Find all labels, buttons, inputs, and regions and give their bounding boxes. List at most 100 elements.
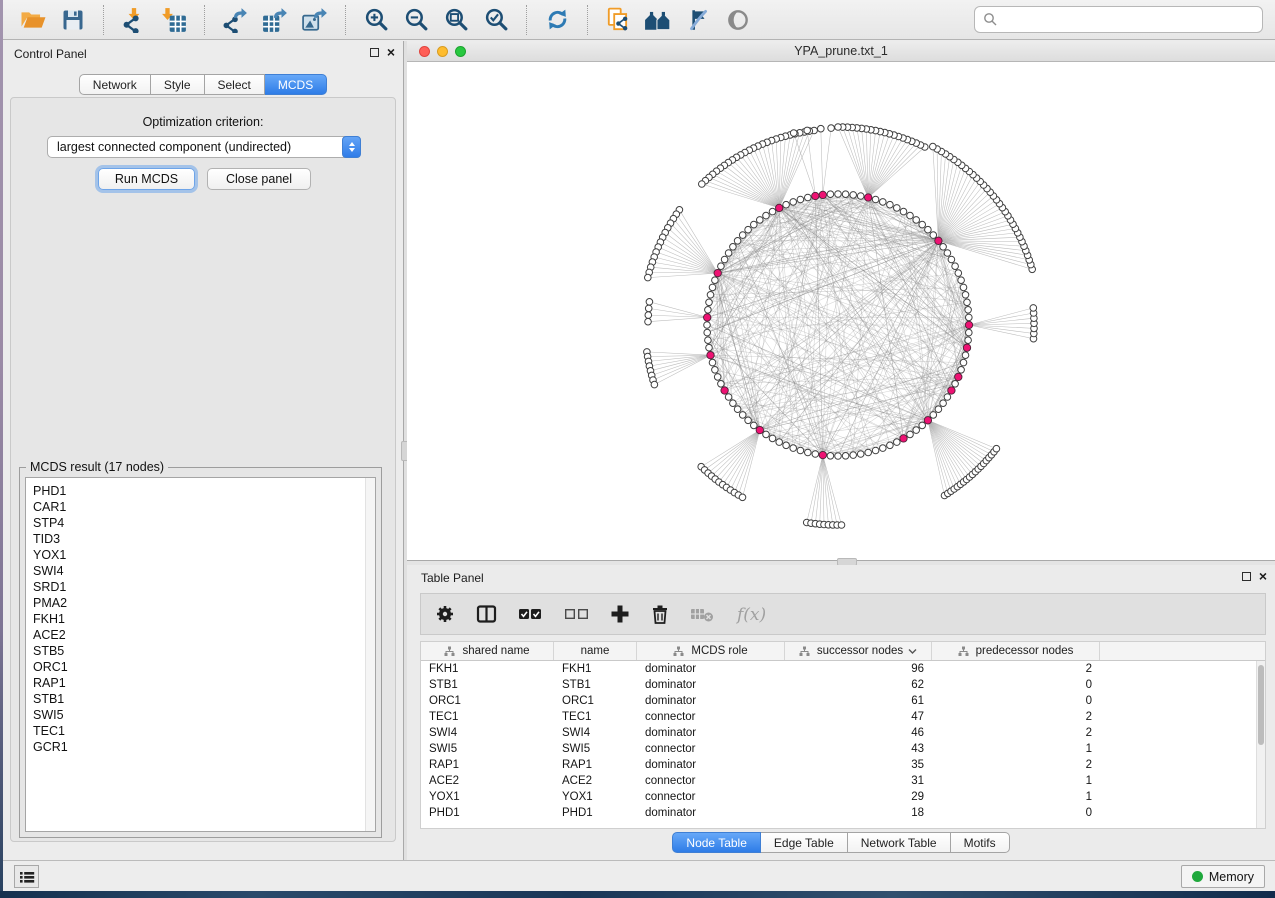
table-scrollbar[interactable] [1256,661,1265,828]
table-row[interactable]: YOX1YOX1connector291 [421,789,1265,805]
result-node[interactable]: STB1 [33,691,375,707]
table-tab-motifs[interactable]: Motifs [951,832,1010,853]
result-node[interactable]: PMA2 [33,595,375,611]
search-input[interactable] [998,13,1254,27]
style-toggle-button[interactable] [678,3,718,37]
table-row[interactable]: SWI5SWI5connector431 [421,741,1265,757]
result-node[interactable]: SWI5 [33,707,375,723]
result-node[interactable]: PHD1 [33,483,375,499]
result-node[interactable]: SRD1 [33,579,375,595]
table-body: FKH1FKH1dominator962STB1STB1dominator620… [421,661,1265,821]
save-session-button[interactable] [53,3,93,37]
column-header-successor-nodes[interactable]: successor nodes [785,642,932,660]
table-row[interactable]: TEC1TEC1connector472 [421,709,1265,725]
network-canvas[interactable] [407,62,1275,560]
zoom-fit-button[interactable] [436,3,476,37]
result-node[interactable]: SWI4 [33,563,375,579]
result-node[interactable]: YOX1 [33,547,375,563]
table-tab-network-table[interactable]: Network Table [848,832,951,853]
column-header-MCDS-role[interactable]: MCDS role [637,642,785,660]
function-builder-button[interactable]: f(x) [735,603,769,625]
close-panel-button[interactable]: Close panel [207,168,311,190]
table-cell: ORC1 [554,693,637,709]
float-panel-icon[interactable] [370,48,379,57]
import-network-button[interactable] [114,3,154,37]
tab-network[interactable]: Network [79,74,151,95]
select-all-button[interactable] [518,605,543,623]
open-file-button[interactable] [13,3,53,37]
tab-mcds[interactable]: MCDS [265,74,327,95]
sort-desc-icon [908,648,917,655]
table-cell: PHD1 [421,805,554,821]
table-row[interactable]: PHD1PHD1dominator180 [421,805,1265,821]
criterion-dropdown[interactable]: largest connected component (undirected) [47,136,361,158]
deselect-all-button[interactable] [564,605,589,623]
layout-home-icon [644,8,672,32]
delete-column-button[interactable] [690,605,714,623]
result-list-scrollbar[interactable] [365,478,375,831]
toggle-columns-button[interactable] [476,604,497,624]
import-table-button[interactable] [154,3,194,37]
mcds-result-list[interactable]: PHD1CAR1STP4TID3YOX1SWI4SRD1PMA2FKH1ACE2… [25,477,376,832]
search-box[interactable] [974,6,1263,33]
table-row[interactable]: FKH1FKH1dominator962 [421,661,1265,677]
style-toggle-icon [685,7,711,33]
export-network-button[interactable] [215,3,255,37]
settings-button[interactable] [435,604,455,624]
column-header-name[interactable]: name [554,642,637,660]
table-row[interactable]: SWI4SWI4dominator462 [421,725,1265,741]
hide-preview-button[interactable] [718,3,758,37]
delete-rows-button[interactable] [651,604,669,624]
table-tab-node-table[interactable]: Node Table [672,832,761,853]
zoom-selected-button[interactable] [476,3,516,37]
table-cell: connector [637,741,785,757]
table-cell: 1 [932,741,1100,757]
network-graph[interactable] [407,62,1275,561]
column-header-shared-name[interactable]: shared name [421,642,554,660]
run-mcds-button[interactable]: Run MCDS [98,168,195,190]
result-node[interactable]: RAP1 [33,675,375,691]
result-node[interactable]: TID3 [33,531,375,547]
close-panel-icon[interactable]: × [387,47,395,57]
add-row-button[interactable] [610,604,630,624]
table-row[interactable]: RAP1RAP1dominator352 [421,757,1265,773]
column-header-predecessor-nodes[interactable]: predecessor nodes [932,642,1100,660]
import-network-icon [121,7,147,33]
export-image-button[interactable] [295,3,335,37]
result-node[interactable]: TEC1 [33,723,375,739]
result-node[interactable]: STP4 [33,515,375,531]
result-node[interactable]: STB5 [33,643,375,659]
float-table-panel-icon[interactable] [1242,572,1251,581]
task-history-button[interactable] [14,865,39,888]
table-tab-edge-table[interactable]: Edge Table [761,832,848,853]
table-cell: 31 [785,773,932,789]
result-node[interactable]: FKH1 [33,611,375,627]
table-scrollbar-thumb[interactable] [1258,665,1264,745]
result-node[interactable]: GCR1 [33,739,375,755]
table-row[interactable]: ORC1ORC1dominator610 [421,693,1265,709]
zoom-out-button[interactable] [396,3,436,37]
memory-button[interactable]: Memory [1181,865,1265,888]
table-row[interactable]: STB1STB1dominator620 [421,677,1265,693]
result-node[interactable]: ACE2 [33,627,375,643]
tab-select[interactable]: Select [205,74,265,95]
layout-home-button[interactable] [638,3,678,37]
toolbar-group-1 [104,5,205,35]
refresh-layout-button[interactable] [537,3,577,37]
table-cell: 0 [932,677,1100,693]
table-toolbar: f(x) [420,593,1266,635]
column-label: shared name [462,645,529,657]
column-type-icon [958,646,969,657]
close-table-panel-icon[interactable]: × [1259,571,1267,581]
control-panel-tabs: NetworkStyleSelectMCDS [3,74,403,95]
zoom-in-button[interactable] [356,3,396,37]
export-table-button[interactable] [255,3,295,37]
tab-style[interactable]: Style [151,74,205,95]
table-row[interactable]: ACE2ACE2connector311 [421,773,1265,789]
result-node[interactable]: ORC1 [33,659,375,675]
network-window-titlebar[interactable]: YPA_prune.txt_1 [407,41,1275,62]
column-type-icon [799,646,810,657]
delete-rows-icon [651,604,669,624]
clone-network-button[interactable] [598,3,638,37]
result-node[interactable]: CAR1 [33,499,375,515]
